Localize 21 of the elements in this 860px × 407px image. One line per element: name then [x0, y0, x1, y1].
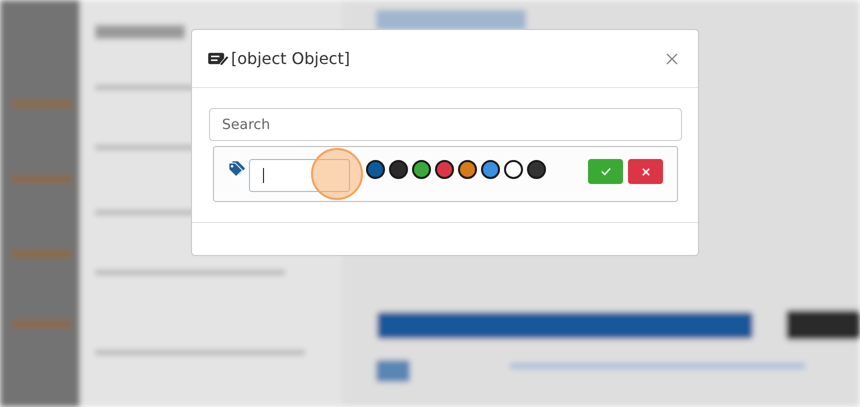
tags-icon: [228, 160, 246, 177]
color-swatch[interactable]: [481, 160, 500, 179]
note-edit-icon: [208, 51, 229, 66]
color-swatch[interactable]: [389, 160, 408, 179]
confirm-button[interactable]: [588, 159, 623, 184]
color-swatch[interactable]: [527, 160, 546, 179]
search-field[interactable]: Search: [209, 108, 682, 141]
tag-name-field[interactable]: [249, 159, 350, 192]
click-indicator: [311, 148, 363, 200]
close-icon: [666, 52, 678, 64]
close-icon: [642, 168, 650, 176]
dialog-title: [object Object]: [231, 49, 350, 68]
color-swatch[interactable]: [458, 160, 477, 179]
text-cursor: [263, 168, 264, 183]
color-swatch[interactable]: [504, 160, 523, 179]
color-swatch[interactable]: [366, 160, 385, 179]
color-swatch[interactable]: [412, 160, 431, 179]
close-button[interactable]: [664, 50, 680, 66]
checkmark-icon: [600, 167, 610, 176]
color-swatch[interactable]: [435, 160, 454, 179]
cancel-button[interactable]: [628, 159, 663, 184]
